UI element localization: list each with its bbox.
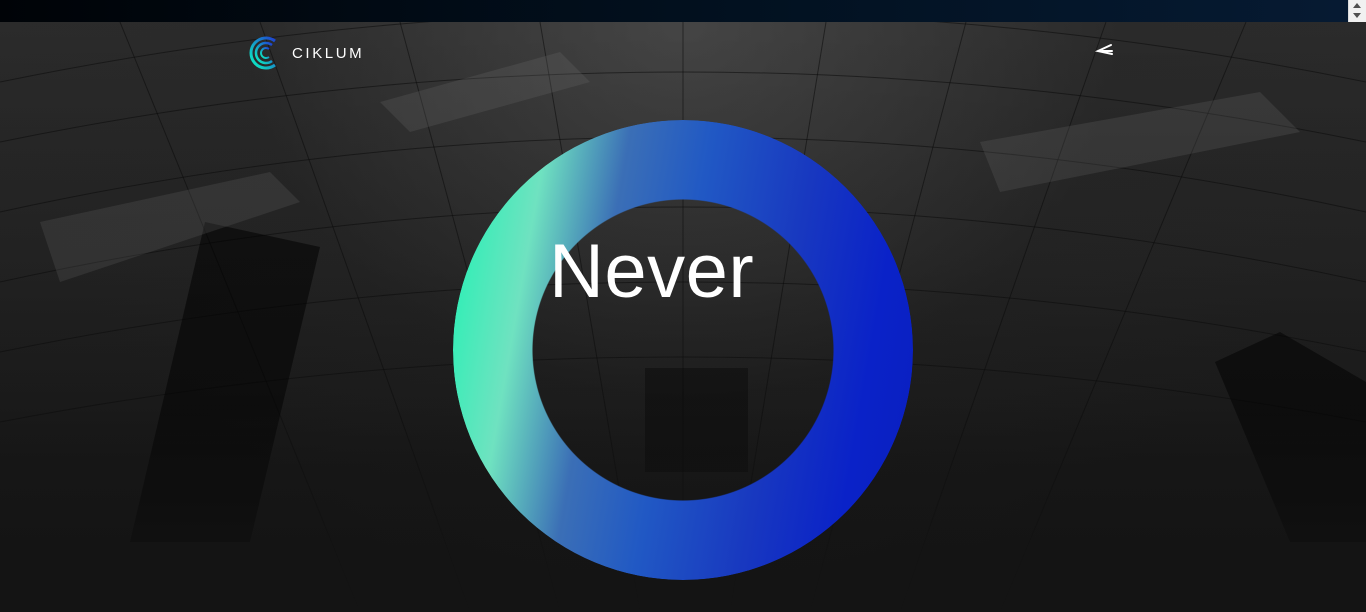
page: CIKLUM Never	[0, 0, 1366, 612]
menu-arrow-icon	[1094, 44, 1113, 55]
scroll-up-arrow-icon[interactable]	[1353, 3, 1361, 8]
ciklum-c-logo-icon	[249, 36, 276, 70]
vertical-scrollbar[interactable]	[1348, 0, 1366, 22]
browser-top-strip	[0, 0, 1348, 22]
logo-wordmark: CIKLUM	[292, 44, 365, 62]
gradient-ring-graphic	[453, 120, 913, 580]
hero-section: CIKLUM Never	[0, 22, 1366, 612]
menu-button[interactable]	[1093, 40, 1117, 62]
hero-headline: Never	[549, 229, 755, 314]
scroll-down-arrow-icon[interactable]	[1353, 13, 1361, 18]
ciklum-logo[interactable]: CIKLUM	[248, 35, 364, 71]
